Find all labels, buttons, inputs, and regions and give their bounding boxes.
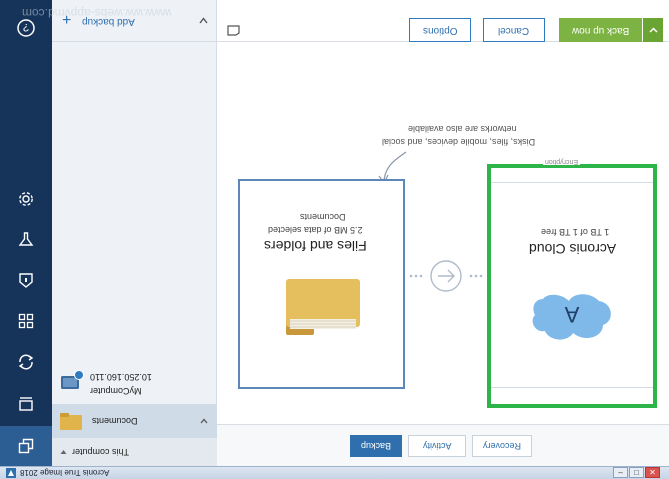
- funnel-icon: [18, 232, 34, 246]
- minimize-button[interactable]: –: [613, 467, 628, 478]
- options-label: Options: [422, 24, 458, 36]
- shield-icon: [19, 273, 33, 288]
- source-subtitle: 2.5 MB of data selected: [268, 225, 363, 235]
- destination-title: Acronis Cloud: [529, 241, 617, 257]
- source-detail: Documents: [300, 212, 346, 222]
- recovery-nav-item[interactable]: [0, 384, 52, 424]
- tools-nav-item[interactable]: [0, 219, 52, 259]
- hint-line-2: networks are also available: [408, 124, 517, 134]
- destination-card-inner: 1 TB of 1 TB free Acronis Cloud A: [491, 182, 653, 388]
- tab-activity[interactable]: Activity: [408, 435, 466, 457]
- toolbar: Options Cancel Back up now: [217, 0, 669, 42]
- chevron-up-icon: [648, 27, 658, 33]
- main-nav-sidebar: ?: [0, 0, 52, 466]
- chevron-up-icon: [200, 418, 208, 424]
- monitor-icon: [19, 397, 33, 411]
- destination-card[interactable]: Encryption 1 TB of 1 TB free Acronis Clo…: [487, 158, 657, 408]
- item-name: MyComputer: [90, 386, 142, 396]
- caret-icon: [60, 450, 67, 454]
- settings-nav-item[interactable]: [0, 179, 52, 219]
- dashboard-nav-item[interactable]: [0, 301, 52, 341]
- window-title: Acronis True Image 2018: [20, 468, 110, 477]
- gear-icon: [19, 192, 33, 206]
- cancel-label: Cancel: [498, 24, 530, 36]
- folder-icon: [60, 413, 82, 430]
- arrow-right-icon: [409, 260, 483, 292]
- options-button[interactable]: Options: [409, 18, 471, 42]
- back-up-now-button[interactable]: Back up now: [559, 18, 642, 42]
- item-address: 10.250.160.110: [90, 372, 152, 382]
- window-title-bar: Acronis True Image 2018: [0, 466, 669, 479]
- help-icon: ?: [17, 19, 35, 37]
- backup-list-panel: + Add backup 10.250.160.110 MyComputer D…: [52, 0, 217, 466]
- close-button[interactable]: ✕: [645, 467, 660, 478]
- tab-recovery-label: Recovery: [482, 441, 521, 451]
- hint-line-1: Disks, files, mobile devices, and social: [382, 137, 536, 147]
- source-title: Files and folders: [264, 238, 367, 254]
- chevron-up-icon[interactable]: [199, 17, 208, 24]
- sync-icon: [18, 354, 34, 370]
- maximize-button[interactable]: □: [629, 467, 644, 478]
- encryption-hint: Encryption: [543, 158, 581, 165]
- tab-activity-label: Activity: [422, 441, 452, 451]
- sync-nav-item[interactable]: [0, 342, 52, 382]
- app-icon: [6, 468, 16, 478]
- selected-item-label: Documents: [92, 416, 138, 426]
- back-up-now-label: Back up now: [571, 24, 630, 36]
- close-icon: ✕: [649, 468, 656, 477]
- destination-subtitle: 1 TB of 1 TB free: [541, 227, 610, 237]
- folder-icon: [286, 279, 360, 335]
- protection-nav-item[interactable]: [0, 260, 52, 300]
- back-up-dropdown-button[interactable]: [643, 18, 663, 42]
- cancel-button[interactable]: Cancel: [483, 18, 545, 42]
- watermark: www.ww.webs-appvmd.com: [22, 6, 172, 20]
- tab-backup[interactable]: Backup: [350, 435, 402, 457]
- maximize-icon: □: [634, 468, 639, 477]
- copy-icon: [18, 438, 34, 454]
- tab-recovery[interactable]: Recovery: [472, 435, 532, 457]
- list-item[interactable]: 10.250.160.110 MyComputer: [52, 360, 217, 404]
- selected-backup-item[interactable]: Documents: [52, 404, 217, 438]
- backup-nav-item[interactable]: [0, 426, 52, 466]
- grid-icon: [18, 313, 34, 329]
- acronis-cloud-icon: A: [532, 294, 611, 340]
- svg-text:?: ?: [23, 21, 29, 33]
- computer-icon: [61, 370, 84, 389]
- computer-group-header[interactable]: This computer: [52, 438, 217, 466]
- minimize-icon: –: [618, 468, 623, 477]
- edit-icon[interactable]: [227, 25, 240, 36]
- source-card[interactable]: Documents 2.5 MB of data selected Files …: [238, 179, 405, 389]
- tab-backup-label: Backup: [360, 441, 392, 451]
- group-label: This computer: [72, 447, 130, 457]
- svg-text:A: A: [564, 302, 579, 327]
